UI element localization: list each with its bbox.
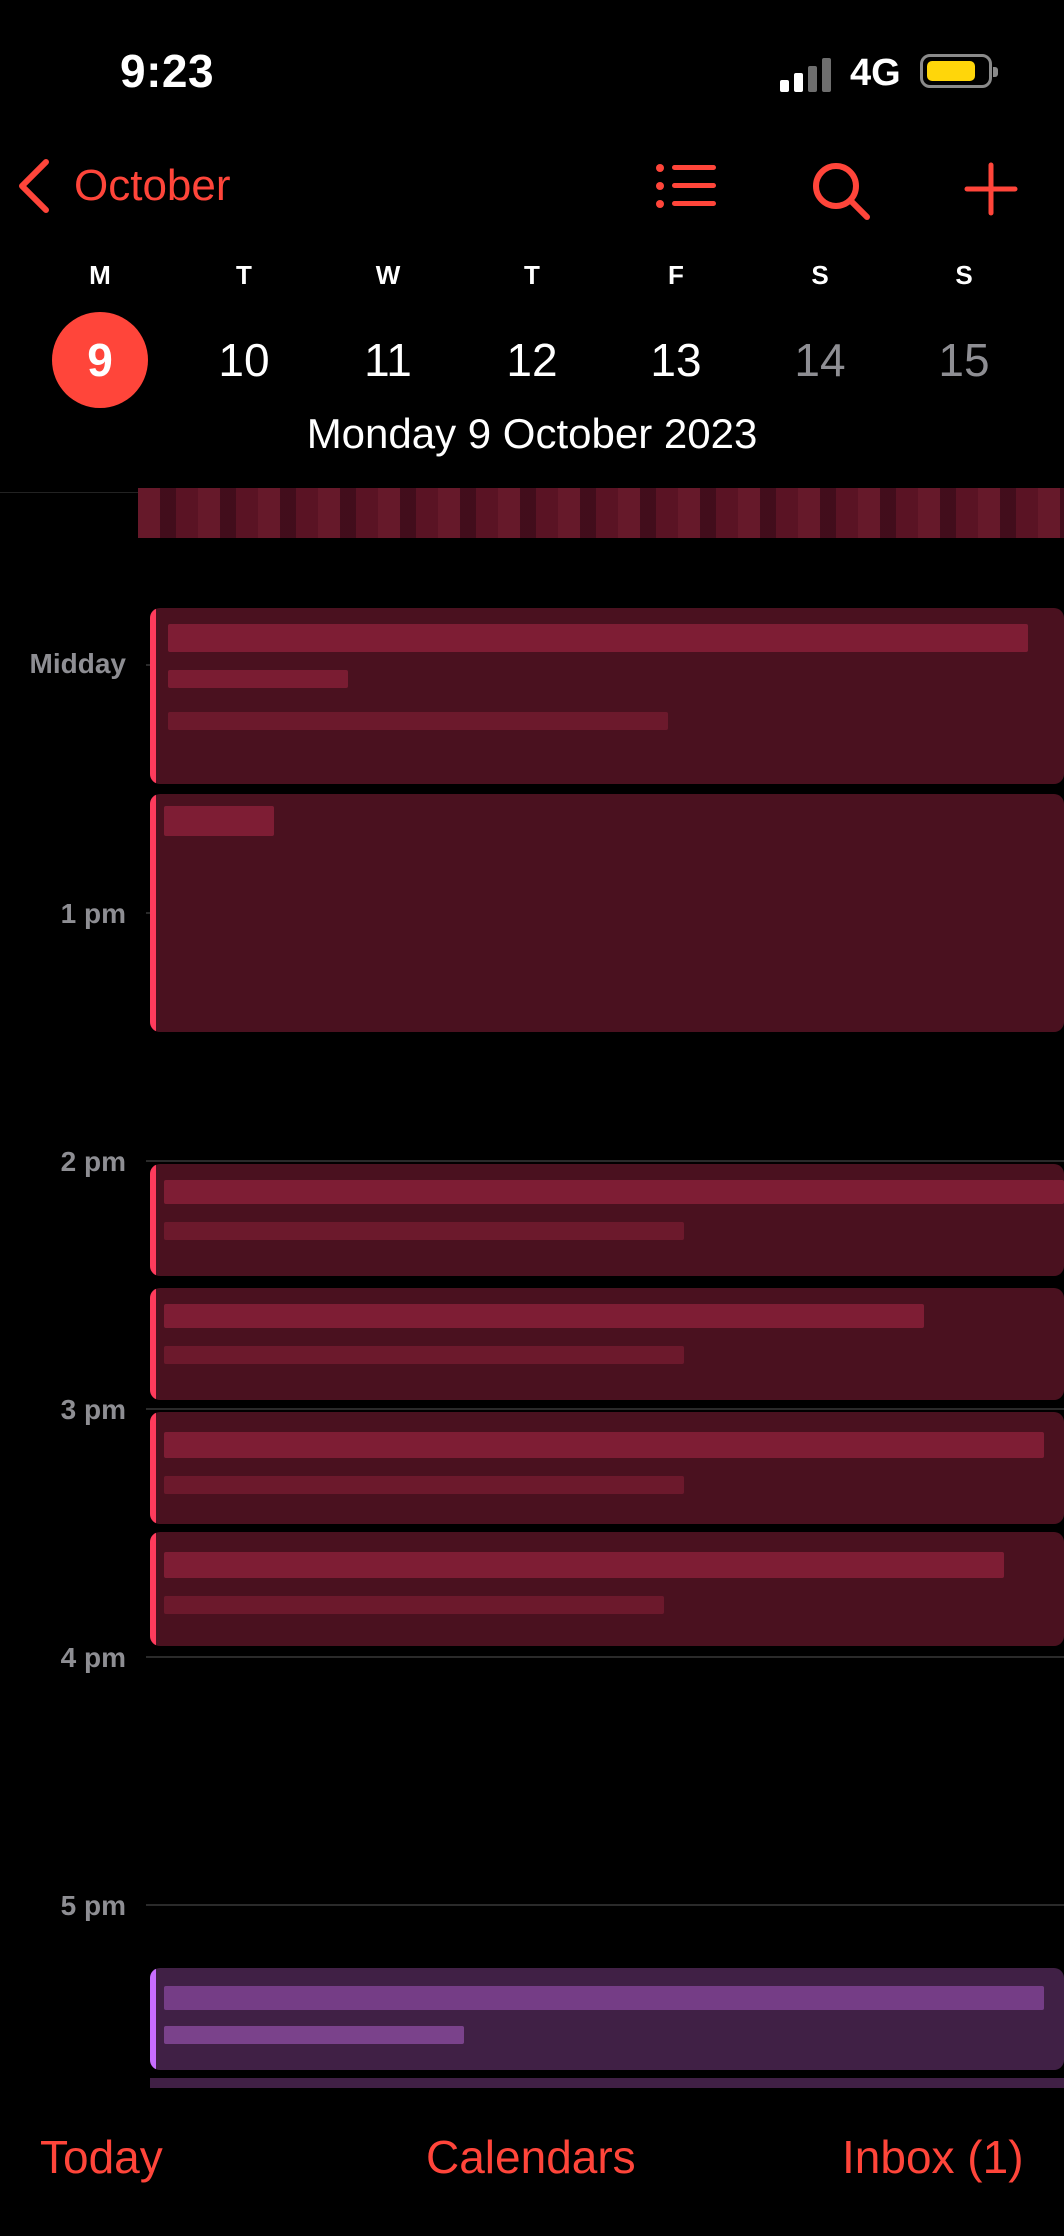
battery-icon <box>920 54 998 88</box>
event-block[interactable] <box>150 608 1064 784</box>
weekday-label: S <box>955 260 973 290</box>
weekday-label: W <box>375 260 401 290</box>
hour-label-1pm: 1 pm <box>60 898 126 929</box>
hour-label-4pm: 4 pm <box>60 1642 126 1673</box>
search-icon[interactable] <box>810 160 872 222</box>
back-button[interactable]: October <box>16 158 231 214</box>
event-redacted-top[interactable] <box>138 488 1064 538</box>
day-12[interactable]: 12 <box>484 312 580 408</box>
add-icon[interactable] <box>964 162 1018 216</box>
event-block[interactable] <box>150 1288 1064 1400</box>
day-11[interactable]: 11 <box>340 312 436 408</box>
hour-label-2pm: 2 pm <box>60 1146 126 1177</box>
cellular-signal-icon <box>780 58 831 92</box>
event-block-purple-peek[interactable] <box>150 2078 1064 2088</box>
hour-gridline <box>146 1408 1064 1410</box>
back-label: October <box>74 161 231 210</box>
calendars-button[interactable]: Calendars <box>426 2130 636 2184</box>
event-block[interactable] <box>150 1164 1064 1276</box>
list-icon[interactable] <box>654 158 718 214</box>
event-block[interactable] <box>150 794 1064 1032</box>
weekday-label: T <box>524 260 540 290</box>
inbox-button[interactable]: Inbox (1) <box>842 2130 1024 2184</box>
hour-gridline <box>146 1656 1064 1658</box>
today-button[interactable]: Today <box>40 2130 163 2184</box>
event-block-purple[interactable] <box>150 1968 1064 2070</box>
day-15[interactable]: 15 <box>916 312 1012 408</box>
hour-gridline <box>146 1904 1064 1906</box>
status-time: 9:23 <box>120 45 215 97</box>
network-type: 4G <box>850 52 901 94</box>
day-14[interactable]: 14 <box>772 312 868 408</box>
hour-gridline <box>146 1160 1064 1162</box>
event-block[interactable] <box>150 1412 1064 1524</box>
hour-label-midday: Midday <box>29 648 126 679</box>
weekday-label: T <box>236 260 252 290</box>
weekday-label: S <box>811 260 829 290</box>
hour-label-5pm: 5 pm <box>60 1890 126 1921</box>
day-13[interactable]: 13 <box>628 312 724 408</box>
chevron-left-icon <box>19 159 49 213</box>
event-block[interactable] <box>150 1532 1064 1646</box>
bottom-toolbar: Today Calendars Inbox (1) <box>0 2120 1064 2220</box>
hour-label-3pm: 3 pm <box>60 1394 126 1425</box>
weekday-label: M <box>89 260 111 290</box>
day-9-selected[interactable]: 9 <box>52 312 148 408</box>
weekday-label: F <box>668 260 684 290</box>
selected-date-title: Monday 9 October 2023 <box>306 410 758 457</box>
day-10[interactable]: 10 <box>196 312 292 408</box>
